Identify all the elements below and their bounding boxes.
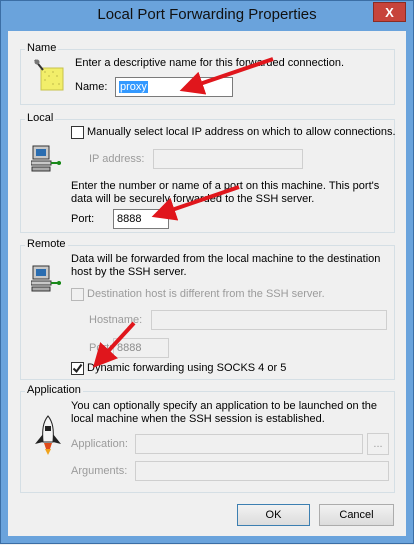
local-group-title: Local (25, 112, 56, 124)
remote-group-title: Remote (25, 238, 68, 250)
socks-checkbox[interactable] (71, 362, 84, 375)
remote-group: Remote Data will be forwarded from the l… (20, 238, 395, 380)
remote-port-label: Port: (89, 342, 113, 354)
remote-description-line2: host by the SSH server. (71, 266, 187, 278)
name-group-title: Name (25, 42, 59, 54)
application-description-line1: You can optionally specify an applicatio… (71, 400, 377, 412)
dialog-window: Local Port Forwarding Properties X Name … (0, 0, 414, 544)
application-description-line2: local machine when the SSH session is es… (71, 413, 325, 425)
name-input[interactable]: proxy (115, 77, 233, 97)
ok-button[interactable]: OK (237, 504, 310, 526)
socks-label: Dynamic forwarding using SOCKS 4 or 5 (87, 362, 287, 374)
local-port-label: Port: (71, 213, 95, 225)
ip-address-label: IP address: (89, 153, 145, 165)
checkmark-icon (72, 363, 83, 374)
port-description-line2: data will be securely forwarded to the S… (71, 193, 315, 205)
close-button[interactable]: X (373, 2, 406, 22)
rocket-icon (35, 415, 61, 455)
application-input[interactable] (135, 434, 363, 454)
destination-different-checkbox[interactable] (71, 288, 84, 301)
tag-icon (34, 59, 64, 91)
server-icon (31, 265, 61, 292)
browse-button[interactable]: ... (367, 433, 389, 455)
manual-ip-label: Manually select local IP address on whic… (87, 126, 396, 138)
hostname-label: Hostname: (89, 314, 143, 326)
computer-icon (31, 145, 61, 172)
application-group: Application You can optionally specify a… (20, 384, 395, 493)
remote-port-input[interactable]: 8888 (113, 338, 169, 358)
ip-address-input[interactable] (153, 149, 303, 169)
manual-ip-checkbox[interactable] (71, 126, 84, 139)
cancel-button[interactable]: Cancel (319, 504, 394, 526)
local-port-input[interactable]: 8888 (113, 209, 169, 229)
local-group: Local Manually select local IP address o… (20, 112, 396, 233)
arguments-label: Arguments: (71, 465, 128, 477)
hostname-input[interactable] (151, 310, 387, 330)
destination-different-label: Destination host is different from the S… (87, 288, 325, 300)
name-label: Name: (75, 81, 108, 93)
application-label: Application: (71, 438, 128, 450)
name-group: Name Enter a descriptive name for this f… (20, 42, 395, 105)
dialog-client-area: Name Enter a descriptive name for this f… (8, 31, 406, 536)
application-group-title: Application (25, 384, 83, 396)
remote-description-line1: Data will be forwarded from the local ma… (71, 253, 381, 265)
window-title: Local Port Forwarding Properties (97, 6, 317, 23)
name-input-value: proxy (119, 81, 148, 93)
name-description: Enter a descriptive name for this forwar… (75, 57, 345, 69)
port-description-line1: Enter the number or name of a port on th… (71, 180, 380, 192)
title-bar[interactable]: Local Port Forwarding Properties X (1, 1, 413, 31)
arguments-input[interactable] (135, 461, 389, 481)
